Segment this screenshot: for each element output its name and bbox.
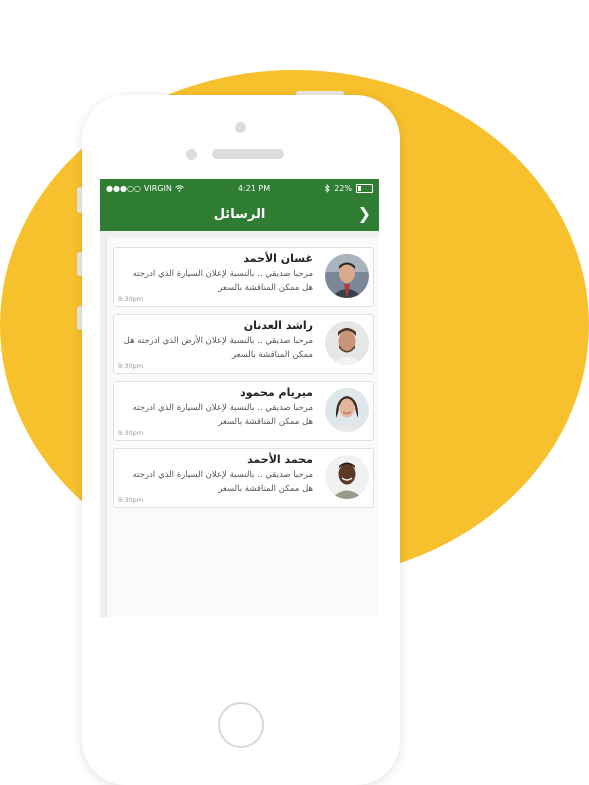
message-time: 9:30pm xyxy=(118,496,144,504)
message-preview: مرحبا صديقي .. بالنسبة لإعلان السيارة ال… xyxy=(132,269,313,293)
wifi-icon xyxy=(175,184,184,192)
proximity-sensor xyxy=(235,122,246,133)
sender-name: محمد الأحمد xyxy=(247,453,313,466)
sender-name: غسان الأحمد xyxy=(243,252,313,265)
battery-percent: 22% xyxy=(334,183,352,193)
status-time: 4:21 PM xyxy=(237,183,271,193)
avatar xyxy=(325,254,369,298)
carrier-name: VIRGIN xyxy=(143,183,172,193)
messages-list: غسان الأحمد مرحبا صديقي .. بالنسبة لإعلا… xyxy=(106,237,379,617)
message-preview: مرحبا صديقي .. بالنسبة لإعلان الأرض الذي… xyxy=(123,336,313,360)
home-button xyxy=(218,702,264,748)
message-item[interactable]: محمد الأحمد مرحبا صديقي .. بالنسبة لإعلا… xyxy=(113,448,374,508)
bluetooth-icon xyxy=(324,183,330,193)
avatar xyxy=(325,321,369,365)
sender-name: راشد العدنان xyxy=(243,319,313,332)
message-time: 9:30pm xyxy=(118,429,144,437)
phone-screen: ●●●○○ VIRGIN 4:21 PM 22% الرسائل ❯ غسان … xyxy=(100,179,379,617)
message-preview: مرحبا صديقي .. بالنسبة لإعلان السيارة ال… xyxy=(132,470,313,494)
status-bar: ●●●○○ VIRGIN 4:21 PM 22% xyxy=(100,179,379,197)
nav-bar: الرسائل ❯ xyxy=(100,197,379,231)
message-item[interactable]: راشد العدنان مرحبا صديقي .. بالنسبة لإعل… xyxy=(113,314,374,374)
message-item[interactable]: ميريام محمود مرحبا صديقي .. بالنسبة لإعل… xyxy=(113,381,374,441)
page-title: الرسائل xyxy=(213,206,266,222)
message-preview: مرحبا صديقي .. بالنسبة لإعلان السيارة ال… xyxy=(132,403,313,427)
phone-mockup: ●●●○○ VIRGIN 4:21 PM 22% الرسائل ❯ غسان … xyxy=(82,95,400,785)
battery-icon xyxy=(355,183,373,193)
avatar xyxy=(325,388,369,432)
message-time: 9:30pm xyxy=(118,295,144,303)
front-camera xyxy=(186,149,197,160)
message-item[interactable]: غسان الأحمد مرحبا صديقي .. بالنسبة لإعلا… xyxy=(113,247,374,307)
chevron-right-icon[interactable]: ❯ xyxy=(358,204,371,223)
avatar xyxy=(325,455,369,499)
signal-indicator: ●●●○○ xyxy=(106,183,141,193)
sender-name: ميريام محمود xyxy=(240,386,313,399)
earpiece-speaker xyxy=(212,149,284,159)
message-time: 9:30pm xyxy=(118,362,144,370)
